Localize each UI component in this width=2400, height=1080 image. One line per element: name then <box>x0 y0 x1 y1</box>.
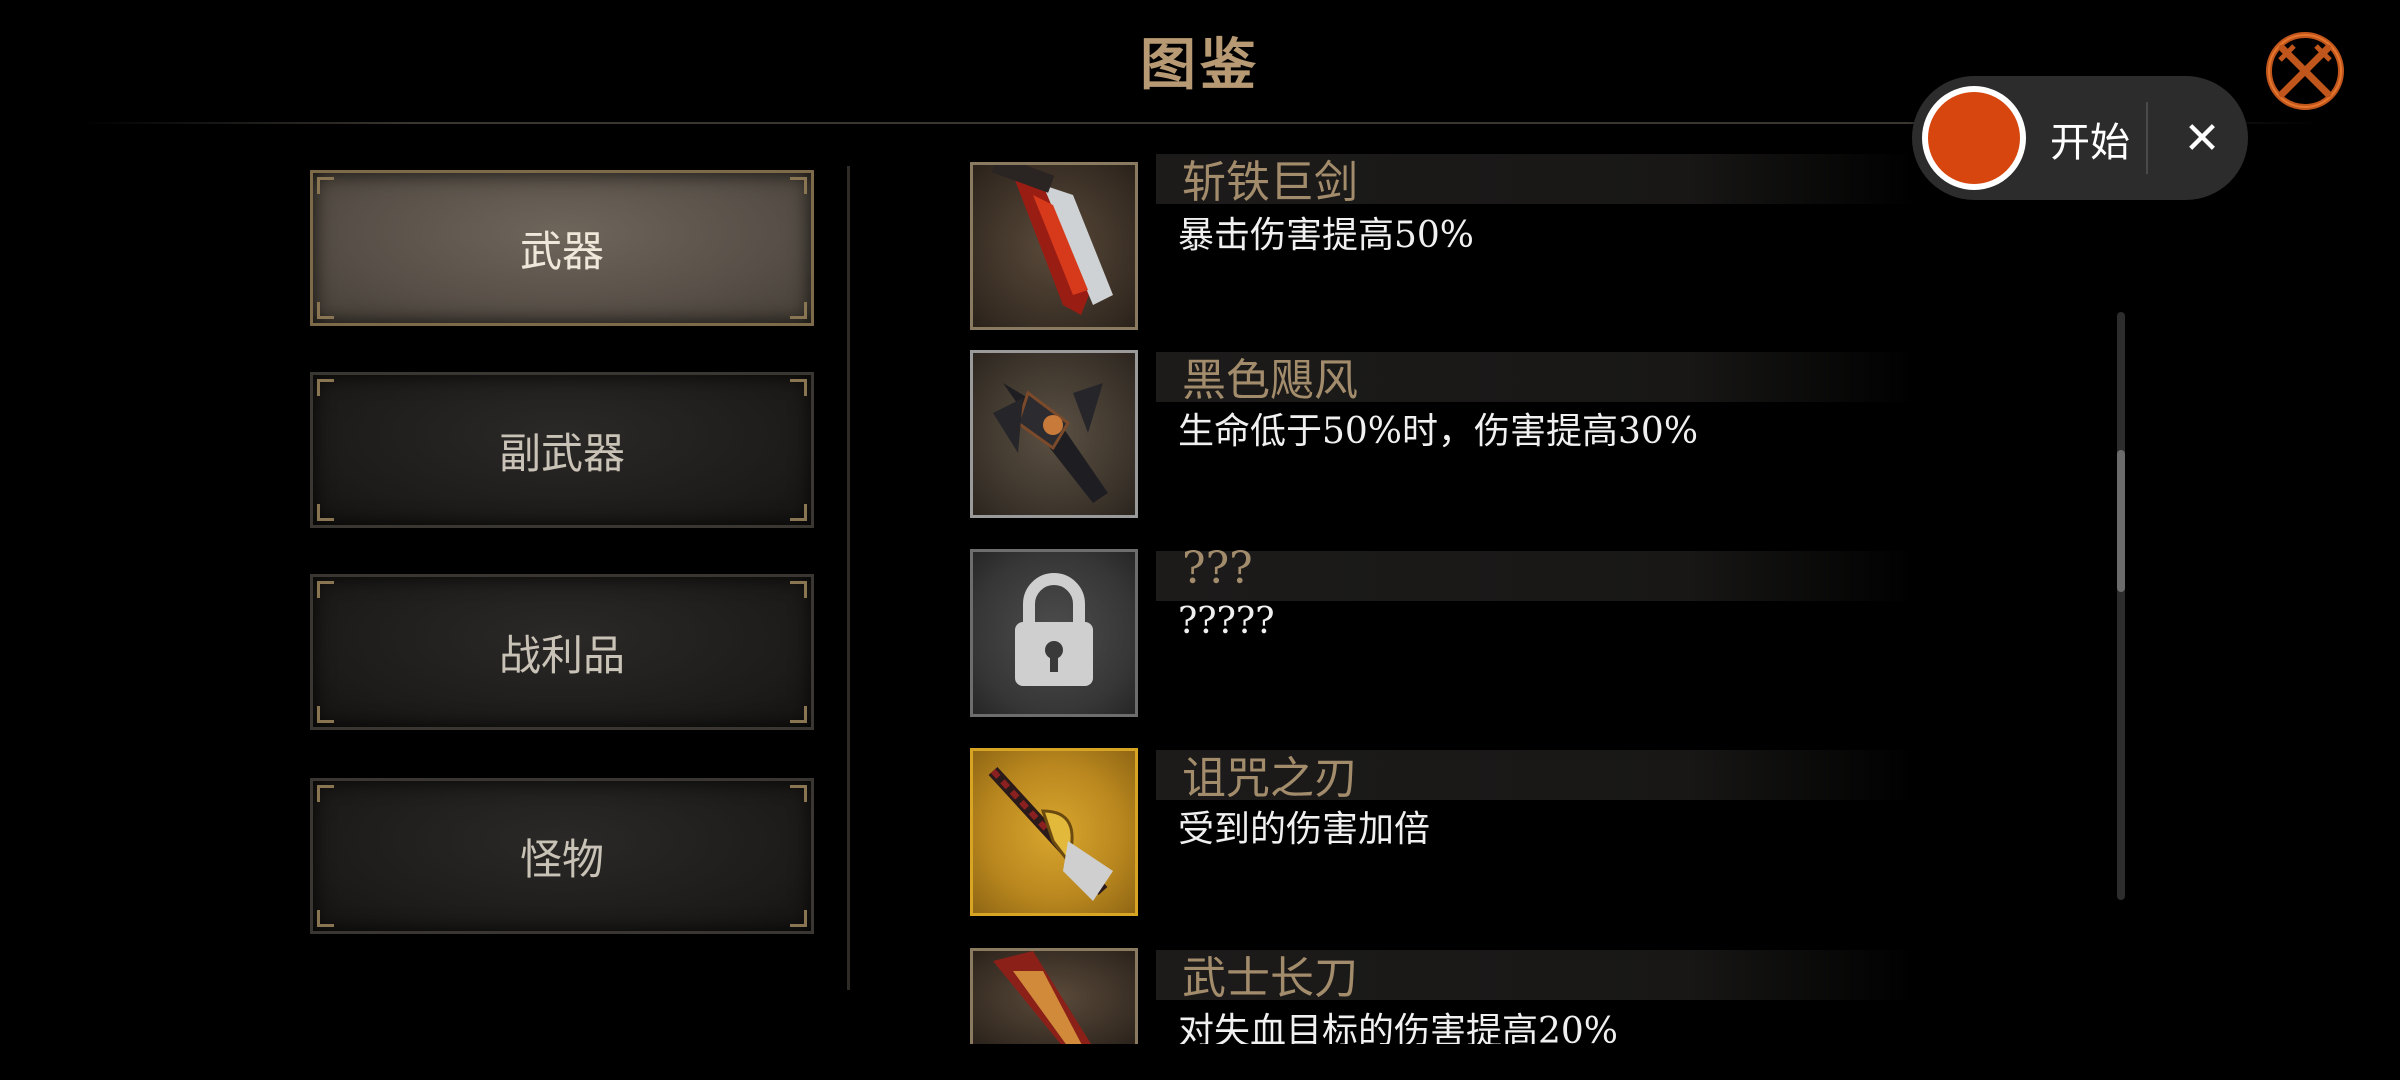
item-name: ??? <box>1182 543 1253 594</box>
tab-label: 武器 <box>519 226 604 276</box>
padlock-icon <box>970 549 1138 717</box>
item-description: 生命低于50%时，伤害提高30% <box>1178 411 1699 452</box>
scrollbar[interactable] <box>2117 312 2125 900</box>
item-name: 武士长刀 <box>1182 953 1358 1004</box>
scrollbar-thumb[interactable] <box>2117 450 2125 592</box>
record-button[interactable] <box>1922 86 2026 190</box>
tab-label: 战利品 <box>498 630 625 680</box>
start-label[interactable]: 开始 <box>2050 110 2130 168</box>
tab-label: 怪物 <box>519 834 604 884</box>
black-axe-icon <box>970 350 1138 518</box>
item-description: 对失血目标的伤害提高20% <box>1178 1011 1619 1044</box>
list-item[interactable]: 武士长刀 对失血目标的伤害提高20% <box>970 948 2230 1044</box>
tab-monsters[interactable]: 怪物 <box>310 778 814 934</box>
cursed-blade-icon <box>970 748 1138 916</box>
recorder-separator <box>2146 102 2148 174</box>
recorder-close-button[interactable]: ✕ <box>2168 104 2236 172</box>
item-name: 诅咒之刃 <box>1182 753 1358 804</box>
list-item[interactable]: 黑色飓风 生命低于50%时，伤害提高30% <box>970 350 2230 520</box>
item-description: ????? <box>1178 601 1275 642</box>
item-description: 暴击伤害提高50% <box>1178 215 1475 256</box>
tab-weapons[interactable]: 武器 <box>310 170 814 326</box>
item-name: 斩铁巨剑 <box>1182 157 1358 208</box>
list-item[interactable]: ??? ????? <box>970 543 2230 719</box>
record-dot-icon <box>1928 92 2020 184</box>
list-item[interactable]: 诅咒之刃 受到的伤害加倍 <box>970 748 2230 918</box>
screen-recorder-pill: 开始 ✕ <box>1912 76 2248 200</box>
item-name: 黑色飓风 <box>1182 355 1358 406</box>
tab-loot[interactable]: 战利品 <box>310 574 814 730</box>
crossed-swords-close-icon[interactable] <box>2262 28 2348 114</box>
tab-label: 副武器 <box>498 428 625 478</box>
tab-secondary-weapons[interactable]: 副武器 <box>310 372 814 528</box>
name-bar <box>1156 551 1916 601</box>
katana-icon <box>970 948 1138 1044</box>
great-sword-icon <box>970 162 1138 330</box>
panel-divider <box>847 166 850 990</box>
item-description: 受到的伤害加倍 <box>1178 809 1431 850</box>
